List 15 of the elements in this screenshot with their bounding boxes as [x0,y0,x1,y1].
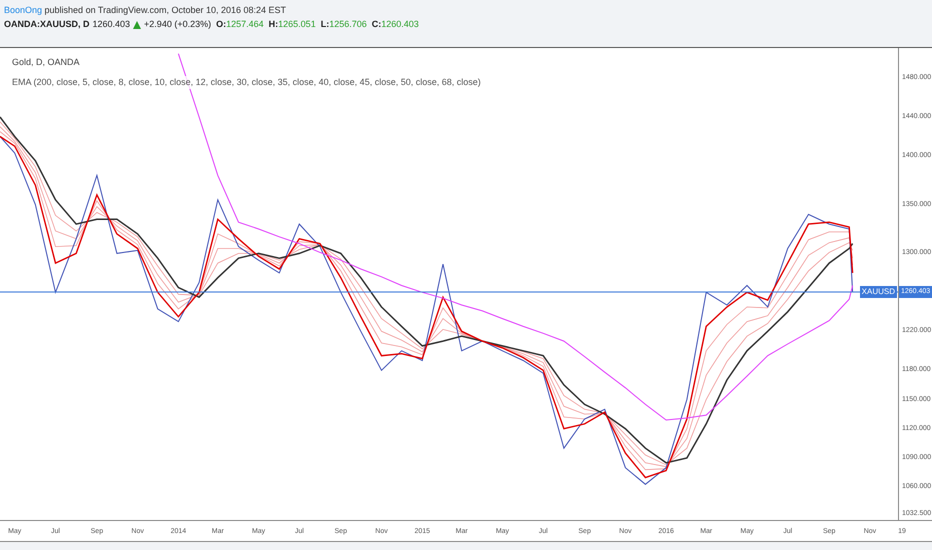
publish-info: BoonOng published on TradingView.com, October 10, 2016 08:24 EST [4,6,288,15]
ohlc-value: 1256.706 [329,20,367,29]
price-change: +2.940 (+0.23%) [144,20,212,29]
last-price: 1260.403 [92,20,130,29]
symbol-tag: XAUUSD [860,286,897,298]
symbol-label: OANDA:XAUUSD, D [4,20,90,29]
ohlc-label: C: [372,20,382,29]
ohlc-label: O: [216,20,226,29]
ohlc-value: 1257.464 [226,20,264,29]
ohlc-label: H: [268,20,278,29]
ohlc-value: 1265.051 [278,20,316,29]
ohlc-value: 1260.403 [381,20,419,29]
ohlc-label: L: [320,20,330,29]
indicator-label: EMA (200, close, 5, close, 8, close, 10, close, 12, close, 30, close, 35, close, 40, close, 45, close, 50, close, 68, close) [12,76,481,89]
chart-title: Gold, D, OANDA [12,56,80,70]
